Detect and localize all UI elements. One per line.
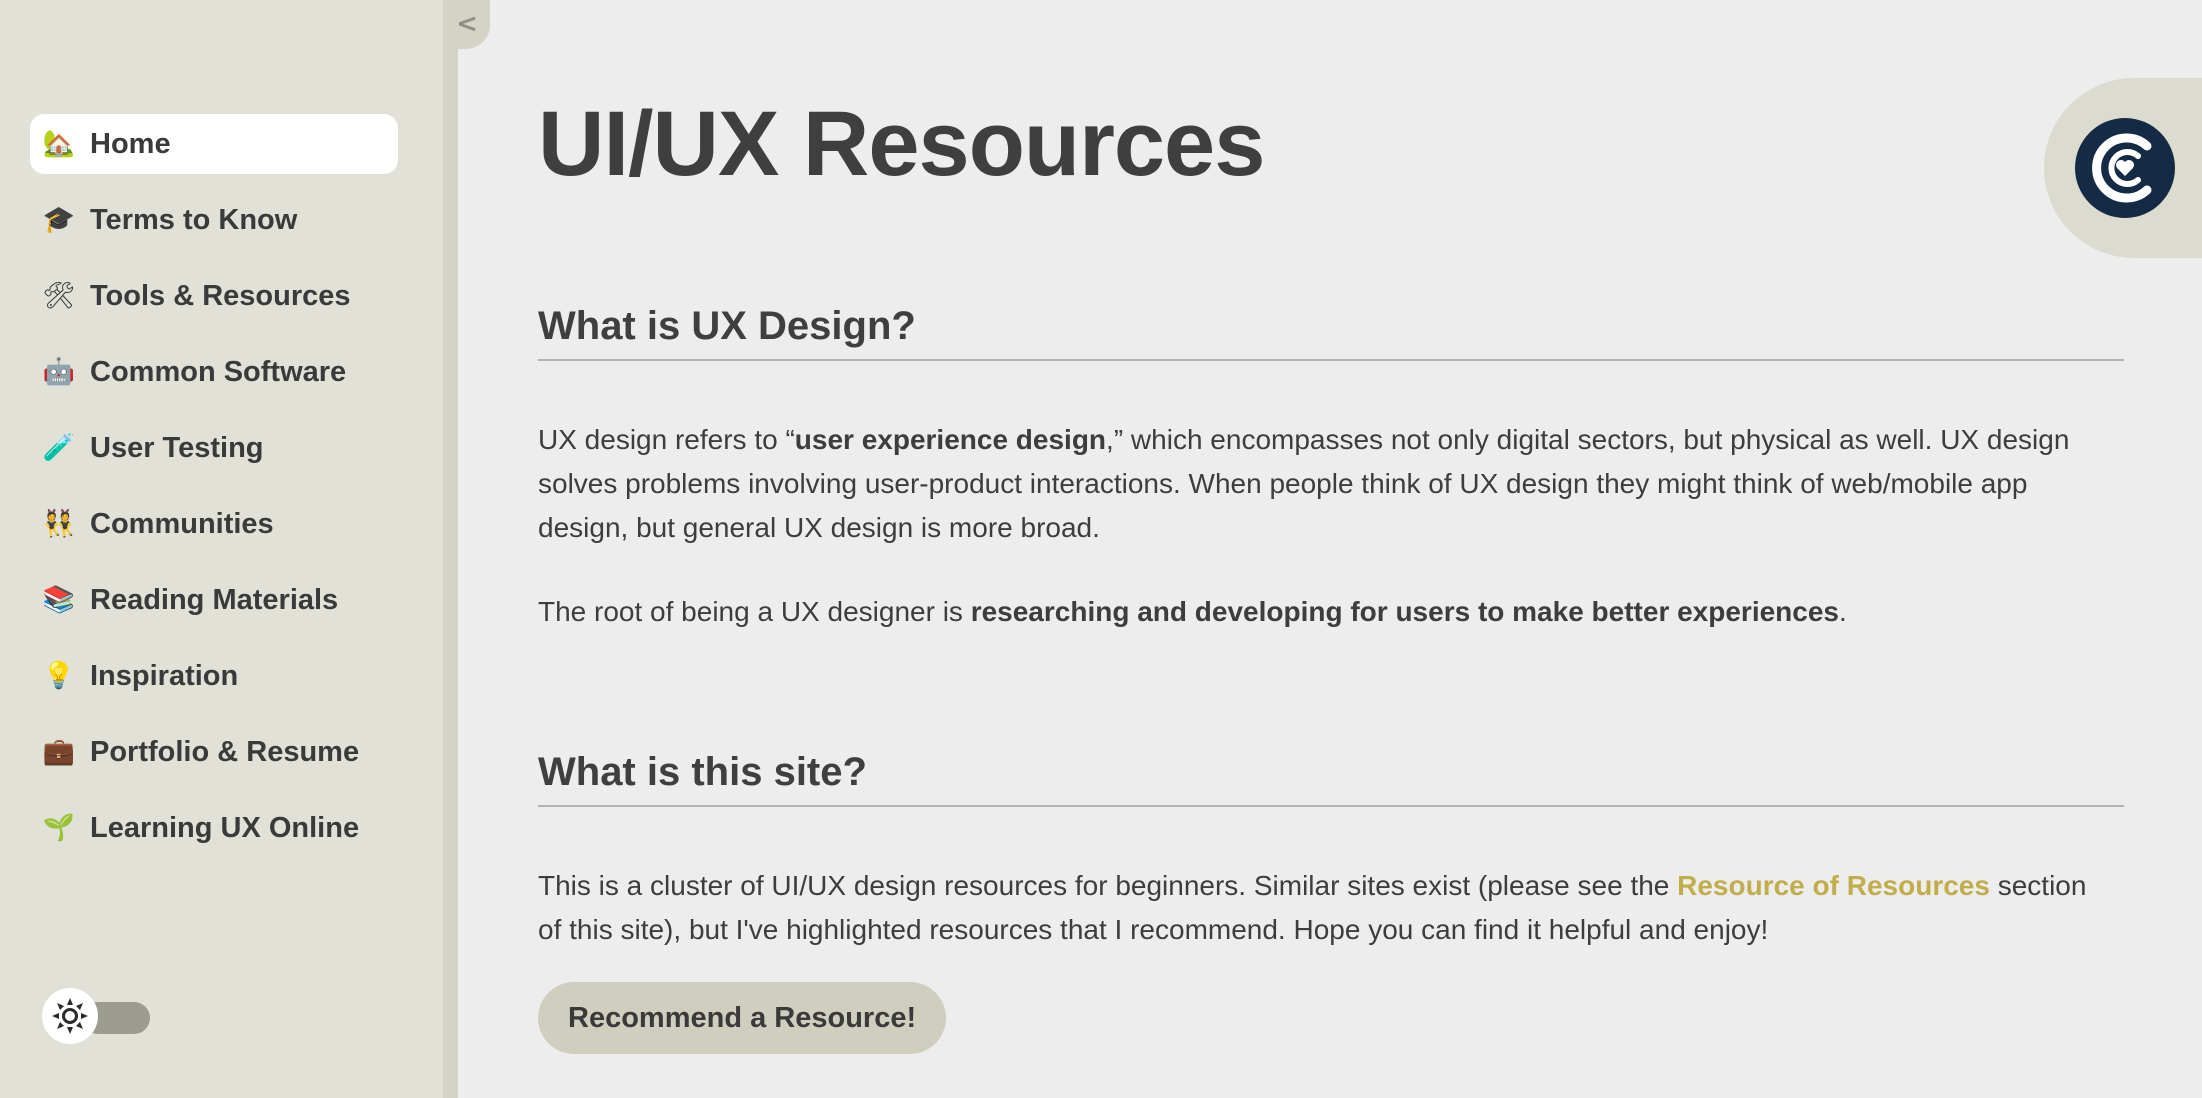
sidebar-item-portfolio-resume[interactable]: 💼 Portfolio & Resume [30,722,398,782]
sidebar-item-inspiration[interactable]: 💡 Inspiration [30,646,398,706]
people-icon: 👯 [42,509,76,539]
sidebar-item-label: Communities [90,507,274,540]
house-icon: 🏡 [42,129,76,159]
site-paragraph: This is a cluster of UI/UX design resour… [538,864,2098,952]
page-title: UI/UX Resources [538,93,1265,195]
tools-icon: 🛠 [42,281,76,311]
light-bulb-icon: 💡 [42,661,76,691]
sidebar-item-label: Portfolio & Resume [90,735,360,768]
section-heading-ux-design: What is UX Design? [538,304,2124,361]
theme-toggle[interactable] [42,988,152,1044]
theme-toggle-knob [42,988,98,1044]
heart-c-logo-icon [2075,118,2175,218]
ux-design-paragraph: UX design refers to “user experience des… [538,418,2098,550]
sidebar-item-common-software[interactable]: 🤖 Common Software [30,342,398,402]
logo-mark [2092,133,2152,203]
bold-text: researching and developing for users to … [970,596,1840,627]
sidebar-item-label: Home [90,127,171,160]
sidebar: 🏡 Home 🎓 Terms to Know 🛠 Tools & Resourc… [0,0,443,1098]
text-span: This is a cluster of UI/UX design resour… [538,870,1678,901]
sidebar-item-label: Reading Materials [90,583,339,616]
text-span: . [1839,596,1847,627]
sidebar-divider [443,0,458,1098]
recommend-resource-button[interactable]: Recommend a Resource! [538,982,947,1054]
sidebar-item-user-testing[interactable]: 🧪 User Testing [30,418,398,478]
seedling-icon: 🌱 [42,813,76,843]
sidebar-item-label: Learning UX Online [90,811,360,844]
sidebar-item-reading-materials[interactable]: 📚 Reading Materials [30,570,398,630]
sidebar-item-label: Inspiration [90,659,239,692]
sidebar-item-label: Common Software [90,355,347,388]
sidebar-item-communities[interactable]: 👯 Communities [30,494,398,554]
sidebar-item-home[interactable]: 🏡 Home [30,114,398,174]
collapse-sidebar-button[interactable]: < [450,0,490,49]
chevron-left-icon: < [456,8,478,39]
sun-icon [52,998,88,1034]
robot-icon: 🤖 [42,357,76,387]
section-heading-this-site: What is this site? [538,750,2124,807]
resource-of-resources-link[interactable]: Resource of Resources [1677,870,1990,901]
briefcase-icon: 💼 [42,737,76,767]
books-icon: 📚 [42,585,76,615]
sidebar-item-label: User Testing [90,431,264,464]
sidebar-item-tools-resources[interactable]: 🛠 Tools & Resources [30,266,398,326]
ux-root-paragraph: The root of being a UX designer is resea… [538,590,2098,634]
sidebar-nav: 🏡 Home 🎓 Terms to Know 🛠 Tools & Resourc… [30,114,398,874]
test-tube-icon: 🧪 [42,433,76,463]
logo-badge[interactable] [2044,78,2202,258]
text-span: UX design refers to “ [538,424,795,455]
app: 🏡 Home 🎓 Terms to Know 🛠 Tools & Resourc… [0,0,2202,1098]
sidebar-item-label: Terms to Know [90,203,298,236]
bold-text: user experience design [794,424,1107,455]
sidebar-item-label: Tools & Resources [90,279,351,312]
sidebar-item-learning-ux-online[interactable]: 🌱 Learning UX Online [30,798,398,858]
sidebar-item-terms-to-know[interactable]: 🎓 Terms to Know [30,190,398,250]
text-span: The root of being a UX designer is [538,596,971,627]
graduation-cap-icon: 🎓 [42,205,76,235]
